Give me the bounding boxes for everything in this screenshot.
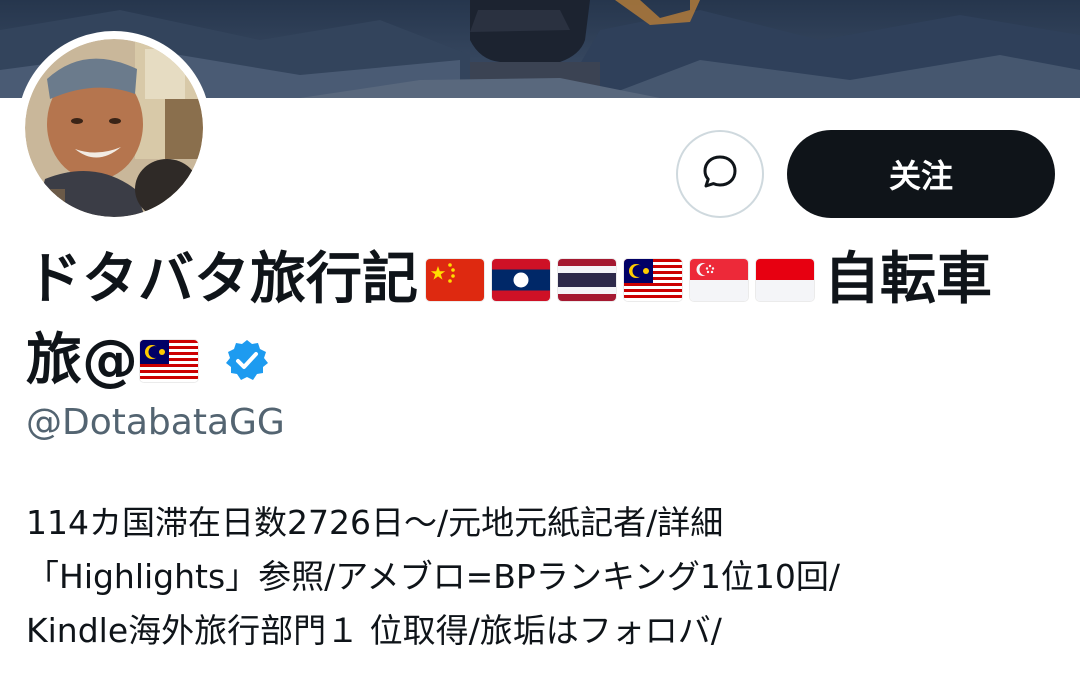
china-flag xyxy=(426,259,484,301)
malaysia-flag xyxy=(140,340,198,382)
message-button[interactable] xyxy=(676,130,764,218)
bio-line: 114カ国滞在日数2726日～/元地元紙記者/詳細 xyxy=(26,503,724,542)
bio-line: Kindle海外旅行部門１ 位取得/旅垢はフォロバ/ xyxy=(26,611,722,650)
follow-button-label: 关注 xyxy=(888,157,953,195)
laos-flag xyxy=(492,259,550,301)
display-name-suffix: 自転車 xyxy=(824,247,992,312)
thailand-flag xyxy=(558,259,616,301)
profile-avatar[interactable] xyxy=(17,31,211,225)
message-bubble-icon xyxy=(701,153,739,195)
display-name-text: ドタバタ旅行記 xyxy=(26,247,418,312)
follow-button[interactable]: 关注 xyxy=(787,130,1055,218)
indonesia-flag xyxy=(756,259,814,301)
malaysia-flag xyxy=(624,259,682,301)
singapore-flag xyxy=(690,259,748,301)
bio-line: 「Highlights」参照/アメブロ=BPランキング1位10回/ xyxy=(26,557,840,596)
profile-handle: @DotabataGG xyxy=(26,402,285,443)
profile-bio: 114カ国滞在日数2726日～/元地元紙記者/詳細 「Highlights」参照… xyxy=(26,496,1066,658)
verified-badge-icon[interactable] xyxy=(224,338,270,384)
display-name-line-2: 旅@ xyxy=(26,333,270,389)
display-name-continuation: 旅@ xyxy=(26,328,138,393)
profile-page: 关注 ドタバタ旅行記 自転車 旅@ @DotabataGG 114カ国滞在日数2… xyxy=(0,0,1080,675)
display-name-line-1: ドタバタ旅行記 自転車 xyxy=(26,252,992,308)
